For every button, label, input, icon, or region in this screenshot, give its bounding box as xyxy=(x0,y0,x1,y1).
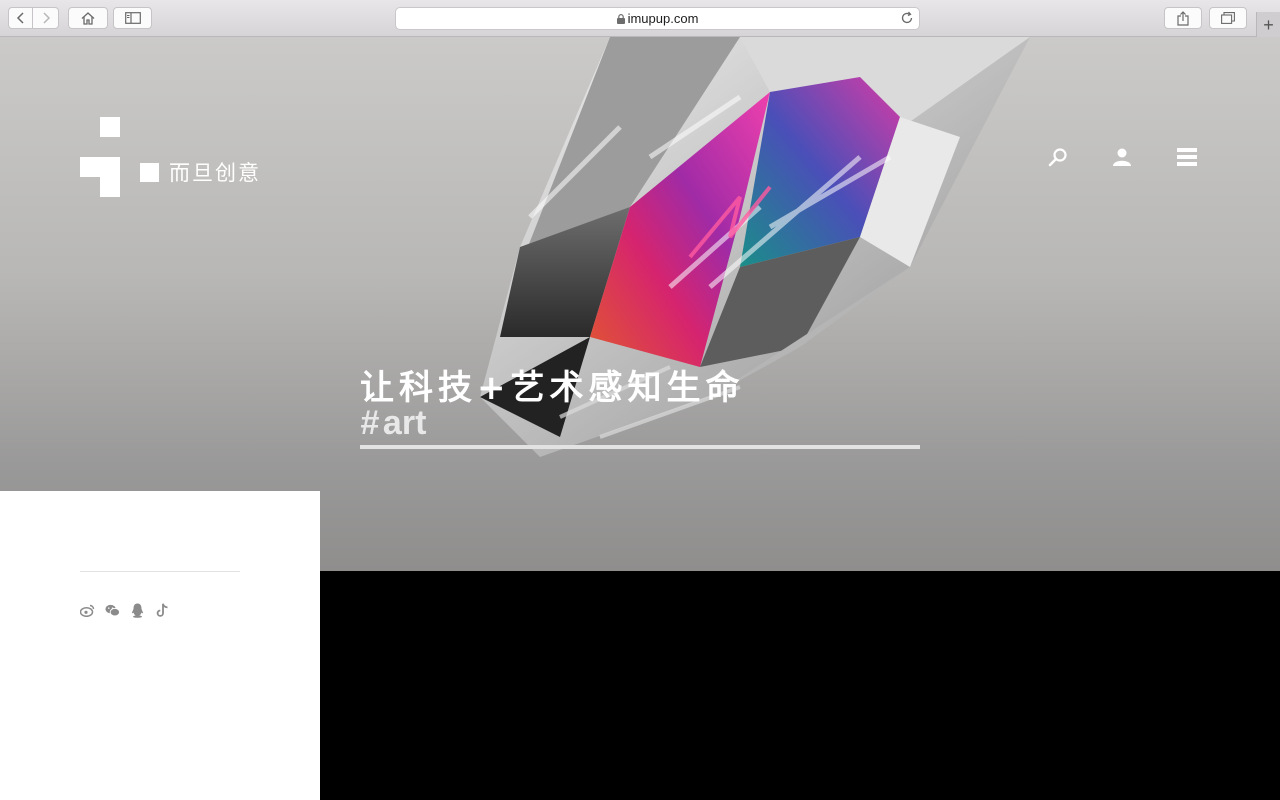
url-text: imupup.com xyxy=(627,11,699,26)
logo-square xyxy=(140,162,159,182)
hashtag-word: art xyxy=(382,404,427,442)
browser-toolbar: imupup.com + xyxy=(0,0,1280,37)
hero-hashtag: # art xyxy=(360,404,426,443)
home-button[interactable] xyxy=(68,7,108,29)
hashtag-symbol: # xyxy=(360,404,379,442)
user-icon[interactable] xyxy=(1110,145,1134,169)
qq-icon[interactable] xyxy=(130,603,145,618)
hero-tagline: 让科技+艺术感知生命 xyxy=(360,368,745,408)
crystal-artwork xyxy=(480,37,1030,457)
tabs-icon xyxy=(1221,12,1235,24)
logo-name: 而旦创意 xyxy=(169,161,261,185)
sidebar-toggle-button[interactable] xyxy=(113,7,152,29)
search-icon[interactable] xyxy=(1046,145,1070,169)
reload-icon[interactable] xyxy=(900,11,914,25)
new-tab-button[interactable]: + xyxy=(1256,12,1280,37)
panel-divider xyxy=(80,571,240,572)
site-logo[interactable]: 而旦创意 xyxy=(80,117,280,201)
hero-underline xyxy=(360,445,920,449)
lock-icon xyxy=(616,13,625,24)
share-button[interactable] xyxy=(1164,7,1202,29)
tab-overview-button[interactable] xyxy=(1209,7,1247,29)
back-button[interactable] xyxy=(8,7,33,29)
menu-icon[interactable] xyxy=(1175,145,1199,169)
wechat-icon[interactable] xyxy=(105,603,120,618)
logo-mark xyxy=(80,117,122,199)
content-area xyxy=(320,571,1280,800)
address-bar[interactable]: imupup.com xyxy=(395,7,920,30)
home-icon xyxy=(81,11,95,25)
chevron-left-icon xyxy=(16,12,24,24)
social-links xyxy=(80,603,170,618)
forward-button[interactable] xyxy=(33,7,59,29)
tiktok-icon[interactable] xyxy=(155,603,170,618)
share-icon xyxy=(1177,10,1189,26)
sidebar-icon xyxy=(124,12,141,24)
chevron-right-icon xyxy=(42,12,50,24)
side-panel xyxy=(0,491,320,800)
weibo-icon[interactable] xyxy=(80,603,95,618)
